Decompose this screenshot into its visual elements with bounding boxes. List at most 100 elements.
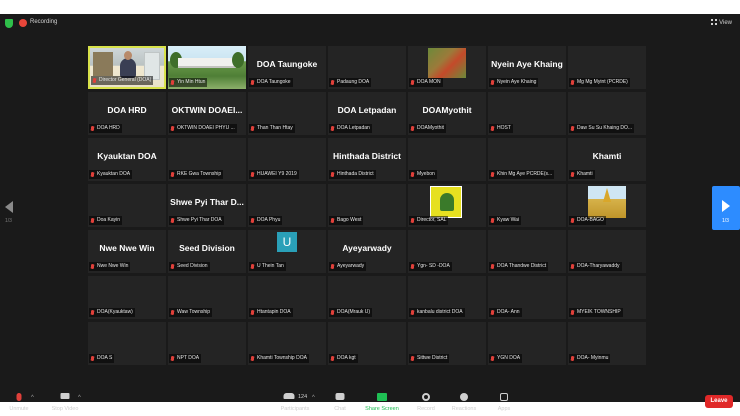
participant-tile[interactable]: Sittwe District (408, 322, 486, 365)
participant-label: DOA- Ann (489, 308, 522, 317)
apps-button[interactable]: Apps (493, 389, 515, 416)
participant-tile[interactable]: Nwe Nwe Win Nwe Nwe Win (88, 230, 166, 273)
participant-tile[interactable]: NPT DOA (168, 322, 246, 365)
share-screen-button[interactable]: Share Screen (362, 389, 402, 416)
participant-tile[interactable]: Kyaw Wai (488, 184, 566, 227)
participant-label: RKE Gwa Township (169, 170, 224, 179)
chevron-up-icon[interactable]: ^ (31, 395, 34, 401)
participant-label: NPT DOA (169, 354, 202, 363)
participants-button[interactable]: 124 ^ Participants (270, 389, 320, 416)
meeting-toolbar: ^ Unmute ^ Stop Video 124 ^ Participants… (0, 389, 740, 416)
participant-tile[interactable]: DOA(Kyauktaw) (88, 276, 166, 319)
participant-tile[interactable]: Than Than Htay (248, 92, 326, 135)
chevron-up-icon[interactable]: ^ (312, 395, 315, 401)
participant-name: Seed Division (177, 263, 208, 269)
participant-tile[interactable]: Daw Su Su Khaing DO... (568, 92, 646, 135)
participant-tile[interactable]: Director, SAL (408, 184, 486, 227)
participant-tile[interactable]: DOA-BAGO (568, 184, 646, 227)
participant-tile[interactable]: Padaung DOA (328, 46, 406, 89)
record-button[interactable]: Record (413, 389, 439, 416)
participant-name: DOAMyothit (417, 125, 444, 131)
participant-tile[interactable]: MYEIK TOWNSHIP (568, 276, 646, 319)
unmute-button[interactable]: ^ Unmute (2, 389, 36, 416)
microphone-muted-icon (331, 218, 334, 223)
participant-tile[interactable]: Myebon (408, 138, 486, 181)
participant-tile[interactable]: DOAMyothit DOAMyothit (408, 92, 486, 135)
participant-label: OKTWIN DOAEI PHYU ... (169, 124, 237, 133)
microphone-muted-icon (411, 264, 414, 269)
participant-tile[interactable]: Kyauktan DOA Kyauktan DOA (88, 138, 166, 181)
participant-tile[interactable]: Bago West (328, 184, 406, 227)
participant-tile[interactable]: OKTWIN DOAEI... OKTWIN DOAEI PHYU ... (168, 92, 246, 135)
participant-tile[interactable]: DOA- Ann (488, 276, 566, 319)
participant-tile[interactable]: DOA-Tharyawaddy (568, 230, 646, 273)
shield-icon[interactable] (5, 19, 13, 28)
participant-tile[interactable]: DOA MON (408, 46, 486, 89)
participant-name: Waw Township (177, 309, 211, 315)
participant-name: Htantapin DOA (257, 309, 291, 315)
recording-icon (19, 19, 27, 27)
participant-tile[interactable]: Ayeyarwady Ayeyarwady (328, 230, 406, 273)
participant-label: Than Than Htay (249, 124, 295, 133)
participant-name: Khamti (577, 171, 593, 177)
participant-tile[interactable]: HUAWEI Y9 2019 (248, 138, 326, 181)
leave-button[interactable]: Leave (705, 395, 733, 408)
participant-tile[interactable]: DOA Taungoke DOA Taungoke (248, 46, 326, 89)
participant-name: DOA Taungoke (257, 79, 291, 85)
participant-tile[interactable]: Doa Kayin (88, 184, 166, 227)
participant-tile[interactable]: DOA Letpadan DOA Letpadan (328, 92, 406, 135)
participant-tile[interactable]: DOA HRD DOA HRD (88, 92, 166, 135)
participant-tile[interactable]: RKE Gwa Township (168, 138, 246, 181)
participant-tile[interactable]: DOA- Myinmu (568, 322, 646, 365)
participant-tile[interactable]: Waw Township (168, 276, 246, 319)
participant-tile[interactable]: kanbalu district DOA (408, 276, 486, 319)
participant-tile[interactable]: DOA(Mrauk U) (328, 276, 406, 319)
participant-tile[interactable]: YGN DOA (488, 322, 566, 365)
view-button[interactable]: View (711, 19, 732, 26)
participant-tile[interactable]: DOA kgt (328, 322, 406, 365)
chat-button[interactable]: Chat (330, 389, 350, 416)
previous-page-button[interactable]: 1/3 (0, 187, 24, 231)
participant-tile[interactable]: HOST (488, 92, 566, 135)
participant-name: DOA-Tharyawaddy (577, 263, 620, 269)
microphone-muted-icon (91, 310, 94, 315)
participant-label: kanbalu district DOA (409, 308, 465, 317)
stop-video-button[interactable]: ^ Stop Video (48, 389, 82, 416)
participant-name: Myebon (417, 171, 435, 177)
participant-tile[interactable]: Khamti Township DOA (248, 322, 326, 365)
participant-name-title: Hinthada District (332, 151, 401, 161)
participant-tile[interactable]: DOA S (88, 322, 166, 365)
participant-name: Hinthada District (337, 171, 374, 177)
chevron-up-icon[interactable]: ^ (78, 395, 81, 401)
participant-label: HUAWEI Y9 2019 (249, 170, 299, 179)
participant-tile[interactable]: Mg Mg Myint (PCRDE) (568, 46, 646, 89)
participant-label: Hinthada District (329, 170, 376, 179)
reactions-button[interactable]: Reactions (448, 389, 480, 416)
participant-tile[interactable]: Hinthada District Hinthada District (328, 138, 406, 181)
microphone-muted-icon (491, 356, 494, 361)
participant-tile[interactable]: Yin Min Htun (168, 46, 246, 89)
participant-label: U Thein Tan (249, 262, 286, 271)
microphone-muted-icon (411, 356, 414, 361)
participant-tile[interactable]: Htantapin DOA (248, 276, 326, 319)
participant-name: DOA MON (417, 79, 441, 85)
participant-tile[interactable]: DOA Thandwe District (488, 230, 566, 273)
participant-name: DOA Letpadan (337, 125, 370, 131)
microphone-muted-icon (411, 172, 414, 177)
participant-label: DOA-Tharyawaddy (569, 262, 622, 271)
microphone-muted-icon (171, 356, 174, 361)
participant-label: Nwe Nwe Win (89, 262, 131, 271)
participant-tile[interactable]: U U Thein Tan (248, 230, 326, 273)
participant-tile[interactable]: DOA Phyu (248, 184, 326, 227)
next-page-button[interactable]: 1/3 (712, 186, 740, 230)
microphone-muted-icon (251, 172, 254, 177)
participant-tile[interactable]: Ygn- SD -DOA (408, 230, 486, 273)
participant-tile[interactable]: Khamti Khamti (568, 138, 646, 181)
participant-tile[interactable]: Director General (DOA) (88, 46, 166, 89)
participant-tile[interactable]: Nyein Aye Khaing Nyein Aye Khaing (488, 46, 566, 89)
participant-name: U Thein Tan (257, 263, 284, 269)
participants-icon (283, 393, 295, 399)
participant-tile[interactable]: Khin Mg Aye PCRDE(s... (488, 138, 566, 181)
participant-tile[interactable]: Seed Division Seed Division (168, 230, 246, 273)
participant-tile[interactable]: Shwe Pyi Thar D... Shwe Pyi Thar DOA (168, 184, 246, 227)
